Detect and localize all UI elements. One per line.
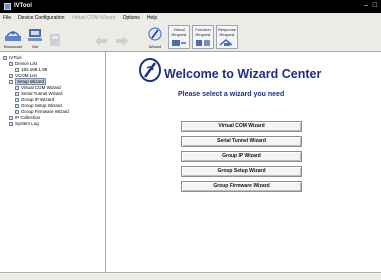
tree-item-label: Virtual COM Wizard <box>21 85 61 90</box>
next-arrows-button[interactable] <box>113 25 130 49</box>
tree-item-system-log[interactable]: System Log <box>9 121 39 126</box>
wizard-item-icon <box>15 109 19 114</box>
title-bar: IVTool – □ <box>0 0 381 13</box>
tree-item-label: Group IP Wizard <box>21 97 55 102</box>
tree-item-label: Serial Tunnel Wizard <box>21 91 63 96</box>
app-icon <box>4 3 11 10</box>
tree-item-label: Setup Wizard <box>15 78 47 85</box>
tree-item-group-ip-wizard[interactable]: Group IP Wizard <box>15 97 54 102</box>
tree-item-label: Group Firmware Wizard <box>21 109 69 114</box>
function-request-icon <box>196 40 210 46</box>
device-icon <box>15 67 19 72</box>
tree-item-label: System Log <box>15 121 39 126</box>
page-title: Welcome to Wizard Center <box>164 67 322 81</box>
wizard-folder-icon <box>9 79 13 84</box>
wizard-button[interactable]: Wizard <box>145 25 165 49</box>
serial-tunnel-wizard-button[interactable]: Serial Tunnel Wizard <box>181 136 302 147</box>
tool-icon <box>3 55 7 60</box>
response-request-button[interactable]: Response Request <box>216 25 238 49</box>
vcom-list-icon <box>9 73 13 78</box>
tree-item-device-list[interactable]: Device List <box>9 61 37 66</box>
tree-item-ip-collection[interactable]: IP Collection <box>9 115 40 120</box>
virtual-request-button[interactable]: Virtual Request <box>168 25 190 49</box>
wizard-item-icon <box>15 97 19 102</box>
window-title: IVTool <box>14 3 32 9</box>
wizard-item-icon <box>15 103 19 108</box>
tree-item-virtual-com-wizard[interactable]: Virtual COM Wizard <box>15 85 61 90</box>
menu-options[interactable]: Options <box>123 15 140 21</box>
function-request-label: Function Request <box>195 27 211 37</box>
broadcast-label: Broadcast <box>3 44 22 49</box>
virtual-request-icon <box>172 40 186 46</box>
wizard-label: Wizard <box>148 44 162 49</box>
group-firmware-wizard-button[interactable]: Group Firmware Wizard <box>181 181 302 192</box>
get-button[interactable]: Get <box>26 25 44 49</box>
tree-item-label: Group Setup Wizard <box>21 103 62 108</box>
minimize-icon[interactable]: – <box>364 2 368 9</box>
disabled-tool-button[interactable] <box>46 25 64 49</box>
window-controls: – □ <box>364 2 377 9</box>
broadcast-icon <box>5 31 21 41</box>
app-window: IVTool – □ File Device Configuration Vir… <box>0 0 381 280</box>
arrows-disabled-icon <box>115 36 128 46</box>
tree-item-root[interactable]: IVTool <box>3 55 22 60</box>
wizard-wand-icon <box>139 58 161 82</box>
tree-item-device[interactable]: 192.168.1.99 <box>15 67 47 72</box>
group-setup-wizard-button[interactable]: Group Setup Wizard <box>181 166 302 177</box>
tree-item-serial-tunnel-wizard[interactable]: Serial Tunnel Wizard <box>15 91 63 96</box>
response-request-label: Response Request <box>217 27 236 37</box>
maximize-icon[interactable]: □ <box>373 2 377 9</box>
function-request-button[interactable]: Function Request <box>192 25 214 49</box>
group-ip-wizard-button[interactable]: Group IP Wizard <box>181 151 302 162</box>
page-subtitle: Please select a wizard you need <box>178 91 285 98</box>
disabled-icon <box>50 34 60 46</box>
tree-item-label: IVTool <box>9 55 22 60</box>
wizard-item-icon <box>15 91 19 96</box>
device-list-icon <box>9 61 13 66</box>
status-bar <box>0 272 381 280</box>
system-log-icon <box>9 121 13 126</box>
menu-device-configuration[interactable]: Device Configuration <box>18 15 64 21</box>
tree-item-label: IP Collection <box>15 115 41 120</box>
response-request-icon <box>219 39 233 46</box>
tree-item-group-setup-wizard[interactable]: Group Setup Wizard <box>15 103 62 108</box>
tree-item-label: 192.168.1.99 <box>21 67 48 72</box>
tree-item-label: Device List <box>15 61 38 66</box>
tree-item-setup-wizard[interactable]: Setup Wizard <box>9 78 47 85</box>
wizard-center-panel: Welcome to Wizard Center Please select a… <box>106 52 381 272</box>
menu-virtual-com-wizard[interactable]: Virtual COM Wizard <box>71 15 115 21</box>
tree-item-group-firmware-wizard[interactable]: Group Firmware Wizard <box>15 109 69 114</box>
wizard-icon <box>148 27 162 41</box>
arrows-disabled-icon <box>94 36 107 46</box>
menu-file[interactable]: File <box>3 15 11 21</box>
ip-collection-icon <box>9 115 13 120</box>
get-label: Get <box>31 44 39 49</box>
virtual-com-wizard-button[interactable]: Virtual COM Wizard <box>181 121 302 132</box>
menu-help[interactable]: Help <box>147 15 157 21</box>
navigation-tree: IVTool Device List 192.168.1.99 VCOM Lis… <box>0 52 106 272</box>
menu-bar: File Device Configuration Virtual COM Wi… <box>0 13 381 23</box>
wizard-item-icon <box>15 85 19 90</box>
get-device-icon <box>28 29 42 41</box>
broadcast-button[interactable]: Broadcast <box>2 25 24 49</box>
toolbar: Broadcast Get Wizard Virtual Request Fun… <box>0 23 381 52</box>
virtual-request-label: Virtual Request <box>171 27 187 37</box>
prev-arrows-button[interactable] <box>92 25 109 49</box>
